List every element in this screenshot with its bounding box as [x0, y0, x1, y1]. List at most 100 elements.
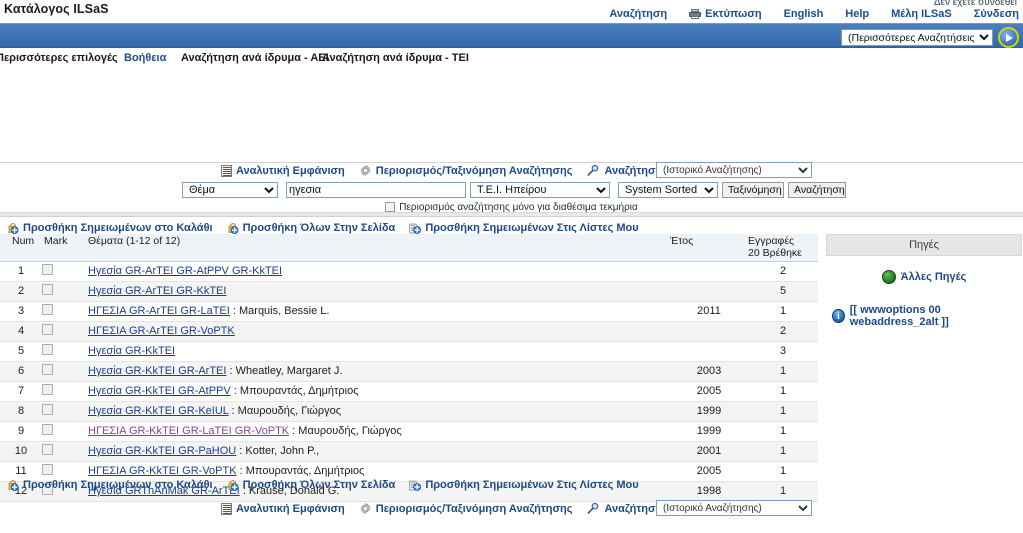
- toolbar-limit-sort[interactable]: Περιορισμός/Ταξινόμηση Αναζήτησης: [359, 164, 572, 177]
- row-author: : Μαυρουδής, Γιώργος: [228, 405, 342, 417]
- row-subject-link[interactable]: Ηγεσία GR-KkTEI GR-ArTEI: [88, 365, 226, 377]
- action-add-marked-to-lists-label-top: Προσθήκη Σημειωμένων Στις Λίστες Μου: [425, 222, 639, 234]
- go-arrow-icon[interactable]: [998, 27, 1019, 48]
- row-mark-checkbox[interactable]: [42, 424, 53, 435]
- header-top: Κατάλογος ILSaS Δεν έχετε συνδεθεί Αναζή…: [0, 0, 1023, 22]
- action-add-marked-to-cart-bottom[interactable]: Προσθήκη Σημειωμένων στο Καλάθι: [6, 479, 213, 492]
- footer-detail-view[interactable]: Αναλυτική Εμφάνιση: [221, 502, 345, 515]
- row-year: 2005: [670, 461, 748, 482]
- row-mark-checkbox[interactable]: [42, 404, 53, 415]
- action-add-all-on-page-top[interactable]: Προσθήκη Όλων Στην Σελίδα: [226, 222, 395, 235]
- row-mark-checkbox[interactable]: [42, 264, 53, 275]
- footer-search-history-select[interactable]: (Ιστορικό Αναζήτησης): [656, 500, 812, 516]
- row-subject-link[interactable]: Ηγεσία GR-KkTEI GR-PaHOU: [88, 445, 236, 457]
- table-row: 2 Ηγεσία GR-ArTEI GR-KkTEI 5: [0, 281, 818, 302]
- nav-link-help[interactable]: Help: [845, 8, 869, 20]
- subnav-help[interactable]: Βοήθεια: [124, 52, 166, 64]
- page-add-icon: [228, 479, 239, 491]
- nav-link-search[interactable]: Αναζήτηση: [609, 8, 667, 20]
- col-header-mark: Mark: [42, 234, 88, 262]
- row-entries: 1: [748, 481, 818, 502]
- nav-item-login[interactable]: Σύνδεση: [974, 8, 1019, 20]
- available-only-checkbox[interactable]: [385, 202, 396, 212]
- table-row: 5 Ηγεσία GR-KkTEI 3: [0, 341, 818, 362]
- printer-icon: [689, 9, 702, 19]
- toolbar-divider: [0, 162, 1023, 163]
- row-mark-checkbox[interactable]: [42, 344, 53, 355]
- action-add-all-on-page-bottom[interactable]: Προσθήκη Όλων Στην Σελίδα: [226, 479, 395, 492]
- sort-button[interactable]: Ταξινόμηση: [722, 182, 784, 198]
- sidebar-info-link[interactable]: i [[ wwwoptions 00 webaddress_2alt ]]: [826, 304, 1022, 328]
- row-mark-cell: [42, 261, 88, 282]
- search-button[interactable]: Αναζήτηση: [788, 182, 846, 198]
- row-subject-cell: Ηγεσία GR-KkTEI GR-ArTEI : Wheatley, Mar…: [88, 361, 670, 382]
- col-header-subject: Θέματα (1-12 of 12): [88, 234, 670, 262]
- footer-limit-sort[interactable]: Περιορισμός/Ταξινόμηση Αναζήτησης: [359, 502, 572, 515]
- row-author: : Μπουραντάς, Δημήτριος: [230, 385, 359, 397]
- nav-item-help[interactable]: Help: [845, 8, 869, 20]
- row-subject-link[interactable]: ΗΓΕΣΙΑ GR-ArTEI GR-VoPTK: [88, 325, 235, 337]
- row-subject-cell: Ηγεσία GR-KkTEI: [88, 341, 670, 362]
- row-subject-link[interactable]: Ηγεσία GR-ArTEI GR-KkTEI: [88, 285, 226, 297]
- toolbar-detail-view[interactable]: Αναλυτική Εμφάνιση: [221, 164, 345, 177]
- row-author: : Wheatley, Margaret J.: [226, 365, 343, 377]
- row-number: 6: [0, 361, 42, 382]
- search-toolbar: Αναλυτική Εμφάνιση Περιορισμός/Ταξινόμησ…: [0, 162, 1023, 182]
- sidebar-other-sources[interactable]: Άλλες Πηγές: [826, 270, 1022, 284]
- nav-link-english[interactable]: English: [784, 8, 824, 20]
- table-row: 1 Ηγεσία GR-ArTEI GR-AtPPV GR-KkTEI 2: [0, 261, 818, 282]
- row-subject-link[interactable]: Ηγεσία GR-KkTEI: [88, 345, 175, 357]
- row-author: : Marquis, Bessie L.: [229, 305, 330, 317]
- app-logo: Κατάλογος ILSaS: [4, 2, 109, 16]
- search-query-input[interactable]: [286, 182, 466, 198]
- nav-item-search[interactable]: Αναζήτηση: [609, 8, 667, 20]
- available-only-label: Περιορισμός αναζήτησης μόνο για διαθέσιμ…: [399, 201, 638, 213]
- action-add-marked-to-cart-top[interactable]: Προσθήκη Σημειωμένων στο Καλάθι: [6, 222, 213, 235]
- globe-icon: [881, 270, 896, 284]
- row-mark-checkbox[interactable]: [42, 384, 53, 395]
- row-subject-link[interactable]: ΗΓΕΣΙΑ GR-KkTEI GR-LaTEI GR-VoPTK: [88, 425, 289, 437]
- action-add-marked-to-lists-top[interactable]: Προσθήκη Σημειωμένων Στις Λίστες Μου: [408, 222, 639, 235]
- nav-link-members[interactable]: Μέλη ILSaS: [891, 8, 952, 20]
- nav-item-english[interactable]: English: [784, 8, 824, 20]
- nav-link-print[interactable]: Εκτύπωση: [705, 8, 761, 20]
- subnav-search-by-institution-tei[interactable]: Αναζήτηση ανά ίδρυμα - ΤΕΙ: [322, 52, 469, 64]
- row-subject-cell: Ηγεσία GR-ArTEI GR-KkTEI: [88, 281, 670, 302]
- nav-item-print[interactable]: Εκτύπωση: [689, 8, 762, 20]
- row-subject-link[interactable]: ΗΓΕΣΙΑ GR-KkTEI GR-VoPTK: [88, 465, 237, 477]
- row-mark-cell: [42, 421, 88, 442]
- row-mark-checkbox[interactable]: [42, 444, 53, 455]
- row-mark-cell: [42, 301, 88, 322]
- row-mark-checkbox[interactable]: [42, 284, 53, 295]
- subnav-search-by-institution-aei[interactable]: Αναζήτηση ανά ίδρυμα - ΑΕΙ: [181, 52, 329, 64]
- more-searches-select[interactable]: (Περισσότερες Αναζητήσεις): [841, 29, 993, 46]
- results-table-head: Num Mark Θέματα (1-12 of 12) Έτος Εγγραφ…: [0, 234, 818, 262]
- row-mark-cell: [42, 281, 88, 302]
- row-subject-link[interactable]: Ηγεσία GR-ArTEI GR-AtPPV GR-KkTEI: [88, 265, 282, 277]
- row-mark-checkbox[interactable]: [42, 324, 53, 335]
- nav-item-members[interactable]: Μέλη ILSaS: [891, 8, 952, 20]
- search-field-select[interactable]: Θέμα: [182, 182, 278, 198]
- subnav-more-options[interactable]: Περισσότερες επιλογές: [0, 52, 118, 64]
- search-history-select[interactable]: (Ιστορικό Αναζήτησης): [656, 162, 812, 178]
- table-row: 6 Ηγεσία GR-KkTEI GR-ArTEI : Wheatley, Ma…: [0, 361, 818, 382]
- row-subject-link[interactable]: ΗΓΕΣΙΑ GR-ArTEI GR-LaTEI: [88, 305, 230, 317]
- row-year: 2011: [670, 301, 748, 322]
- action-add-marked-to-lists-bottom[interactable]: Προσθήκη Σημειωμένων Στις Λίστες Μου: [408, 479, 639, 492]
- sort-order-select[interactable]: System Sorted: [618, 182, 718, 198]
- page-root: Κατάλογος ILSaS Δεν έχετε συνδεθεί Αναζή…: [0, 0, 1023, 533]
- section-divider-strip: [0, 212, 1023, 217]
- toolbar-detail-view-label: Αναλυτική Εμφάνιση: [236, 164, 345, 177]
- row-mark-cell: [42, 381, 88, 402]
- row-mark-checkbox[interactable]: [42, 364, 53, 375]
- row-subject-link[interactable]: Ηγεσία GR-KkTEI GR-KeIUL: [88, 405, 229, 417]
- row-mark-checkbox[interactable]: [42, 304, 53, 315]
- row-entries: 1: [748, 401, 818, 422]
- footer-toolbar-links: Αναλυτική Εμφάνιση Περιορισμός/Ταξινόμησ…: [221, 502, 714, 515]
- cart-add-icon: [8, 222, 19, 234]
- row-subject-link[interactable]: Ηγεσία GR-KkTEI GR-AtPPV: [88, 385, 231, 397]
- sidebar-other-sources-label: Άλλες Πηγές: [900, 271, 967, 283]
- institution-select[interactable]: Τ.Ε.Ι. Ηπείρου: [470, 182, 610, 198]
- nav-link-login[interactable]: Σύνδεση: [974, 8, 1019, 20]
- row-mark-checkbox[interactable]: [42, 464, 53, 475]
